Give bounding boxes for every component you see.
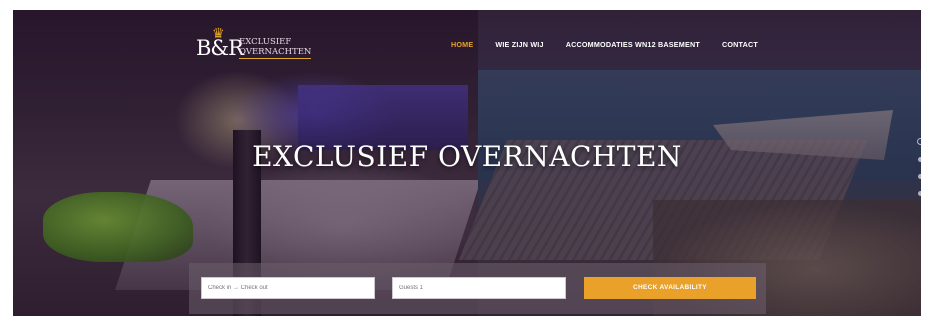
nav-item-accommodaties[interactable]: ACCOMMODATIES WN12 BASEMENT: [566, 40, 700, 49]
booking-bar: CHECK AVAILABILITY: [189, 263, 766, 314]
logo-mark: B&R: [196, 36, 244, 60]
logo-line-1: EXCLUSIEF: [239, 37, 292, 47]
main-nav: HOME WIE ZIJN WIJ ACCOMMODATIES WN12 BAS…: [451, 40, 780, 49]
check-in-out-field[interactable]: [201, 277, 375, 299]
slider-dot-1[interactable]: [917, 138, 921, 145]
hero-headline: EXCLUSIEF OVERNACHTEN: [252, 140, 682, 173]
check-availability-button[interactable]: CHECK AVAILABILITY: [584, 277, 756, 299]
site-logo[interactable]: ♛ B&R EXCLUSIEF OVERNACHTEN: [196, 26, 326, 70]
nav-item-contact[interactable]: CONTACT: [722, 40, 758, 49]
guests-field[interactable]: [392, 277, 566, 299]
logo-wordmark: EXCLUSIEF OVERNACHTEN: [239, 37, 312, 59]
nav-item-home[interactable]: HOME: [451, 40, 473, 49]
logo-line-2: OVERNACHTEN: [239, 47, 312, 57]
slider-dot-4[interactable]: [918, 191, 921, 196]
slider-dot-3[interactable]: [918, 174, 921, 179]
nav-item-wie-zijn-wij[interactable]: WIE ZIJN WIJ: [495, 40, 543, 49]
hero-section: ♛ B&R EXCLUSIEF OVERNACHTEN HOME WIE ZIJ…: [13, 10, 921, 316]
slider-dot-2[interactable]: [918, 157, 921, 162]
slider-pagination: [917, 138, 921, 208]
